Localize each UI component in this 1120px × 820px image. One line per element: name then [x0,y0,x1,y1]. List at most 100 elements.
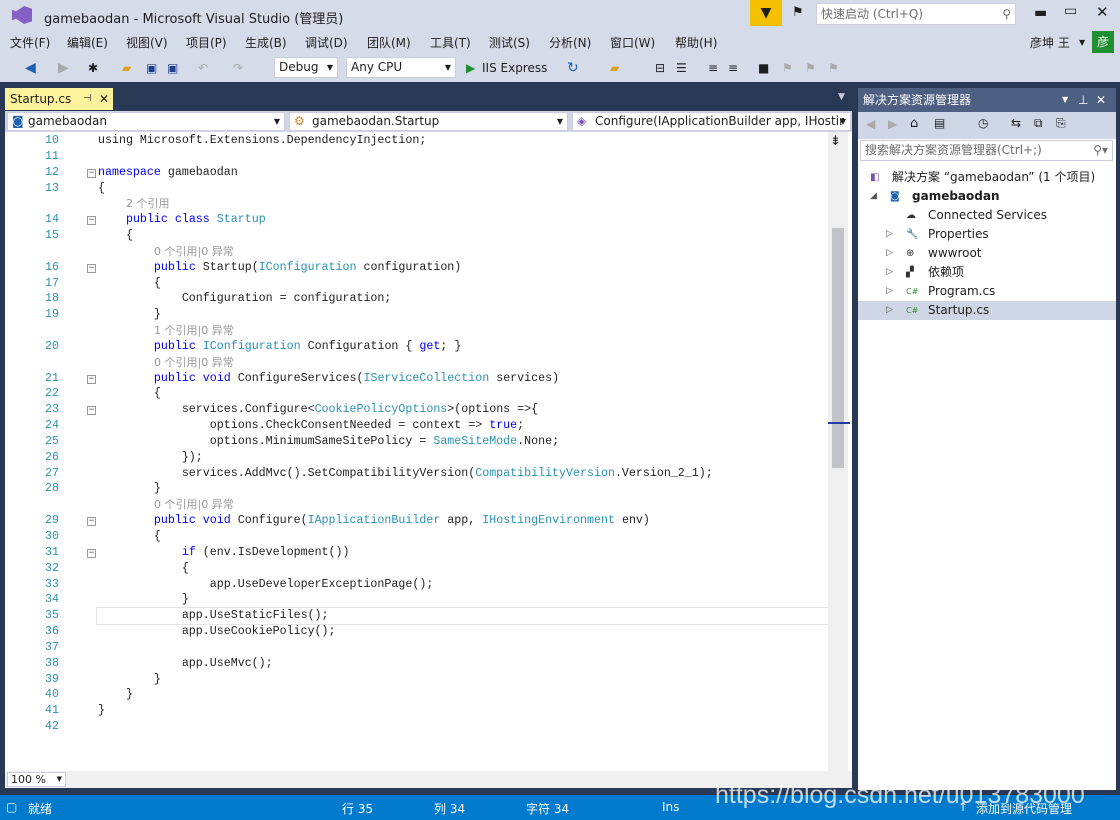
code-text[interactable]: { [98,228,133,244]
minimize-button[interactable]: ▬ [1034,5,1047,21]
codelens-references[interactable]: 0 个引用|0 异常 [154,244,234,260]
code-text[interactable]: } [98,592,189,608]
code-text[interactable]: app.UseCookiePolicy(); [98,624,336,640]
tree-item[interactable]: ▷ 🔧 Properties [858,225,1116,244]
codelens-references[interactable]: 2 个引用 [126,196,170,212]
tree-item[interactable]: ◢ ◙ gamebaodan [858,187,1116,206]
code-text[interactable]: using Microsoft.Extensions.DependencyInj… [98,133,426,149]
platform-select[interactable]: Any CPU ▼ [346,57,456,78]
code-text[interactable]: if (env.IsDevelopment()) [98,545,350,561]
tab-startup-cs[interactable]: Startup.cs ⊣ ✕ [5,88,113,110]
layout-icon[interactable]: ☰ [676,58,687,78]
sync-icon[interactable]: ⇆ [1011,116,1021,130]
menu-view[interactable]: 视图(V) [126,34,168,51]
feedback-filter-icon[interactable]: ▼ [750,0,782,26]
forward-icon[interactable]: ▶ [888,117,897,131]
menu-tools[interactable]: 工具(T) [430,34,471,51]
play-icon[interactable]: ▶ [466,58,475,78]
split-icon[interactable]: ⇟ [830,134,841,149]
code-text[interactable]: app.UseMvc(); [98,656,273,672]
expand-arrow-icon[interactable]: ▷ [886,263,893,282]
menu-help[interactable]: 帮助(H) [675,34,717,51]
code-text[interactable]: public void ConfigureServices(IServiceCo… [98,371,559,387]
back-icon[interactable]: ◀ [866,117,875,131]
avatar[interactable]: 彦 [1092,31,1114,53]
code-text[interactable]: namespace gamebaodan [98,165,238,181]
forward-icon[interactable]: ▶ [58,58,69,78]
pin-icon[interactable]: ⊣ [83,88,92,110]
open-file-icon[interactable]: ▰ [122,58,131,78]
menu-analyze[interactable]: 分析(N) [549,34,591,51]
menu-team[interactable]: 团队(M) [367,34,411,51]
user-name[interactable]: 彦坤 王 [1030,34,1070,51]
new-project-icon[interactable]: ✱ [88,58,98,78]
find-icon[interactable]: ▰ [610,58,619,78]
expand-arrow-icon[interactable]: ▷ [886,301,893,320]
tab-list-dropdown-icon[interactable]: ▼ [838,92,845,102]
code-text[interactable]: public Startup(IConfiguration configurat… [98,260,461,276]
next-bookmark-icon[interactable]: ⚑ [805,58,816,78]
code-text[interactable]: Configuration = configuration; [98,291,392,307]
menu-window[interactable]: 窗口(W) [610,34,655,51]
undo-icon[interactable]: ↶ [198,58,208,78]
expand-arrow-icon[interactable]: ▷ [886,282,893,301]
close-button[interactable]: ✕ [1096,3,1109,21]
code-editor[interactable]: 10 using Microsoft.Extensions.DependencyI… [5,132,852,771]
dropdown-icon[interactable]: ▼ [1062,88,1068,112]
project-dropdown[interactable]: ◙ gamebaodan ▼ [7,112,285,131]
expanded-arrow-icon[interactable]: ◢ [870,187,877,206]
code-text[interactable]: { [98,276,161,292]
code-text[interactable]: { [98,561,189,577]
uncomment-icon[interactable]: ≡ [728,58,738,78]
quick-launch-input[interactable]: 快速启动 (Ctrl+Q) ⚲ [816,3,1016,25]
collapse-toggle-icon[interactable]: − [87,263,96,273]
tree-item[interactable]: ▷ ⊕ wwwroot [858,244,1116,263]
tree-item[interactable]: ▷ C# Program.cs [858,282,1116,301]
notifications-icon[interactable]: ⚑ [792,5,804,20]
add-to-source-control-button[interactable]: 添加到源代码管理 [976,800,1072,817]
code-text[interactable]: { [98,386,161,402]
code-text[interactable]: options.CheckConsentNeeded = context => … [98,418,524,434]
menu-edit[interactable]: 编辑(E) [67,34,108,51]
vertical-scrollbar[interactable]: ⇟ [828,132,850,771]
codelens-references[interactable]: 0 个引用|0 异常 [154,497,234,513]
menu-test[interactable]: 测试(S) [489,34,530,51]
member-dropdown[interactable]: ◈ Configure(IApplicationBuilder app, IHos… [572,112,851,131]
pin-icon[interactable]: ⊥ [1078,88,1088,112]
refresh-icon[interactable]: ↻ [567,58,579,78]
collapse-toggle-icon[interactable]: − [87,548,96,558]
code-text[interactable]: public class Startup [98,212,266,228]
code-text[interactable]: } [98,307,161,323]
close-icon[interactable]: ✕ [1096,88,1106,112]
home-icon[interactable]: ⌂ [910,116,918,131]
close-tab-icon[interactable]: ✕ [99,88,109,110]
code-text[interactable]: } [98,687,133,703]
expand-arrow-icon[interactable]: ▷ [886,225,893,244]
tree-item[interactable]: ▷ C# Startup.cs [858,301,1116,320]
tree-item[interactable]: ☁ Connected Services [858,206,1116,225]
code-text[interactable]: } [98,481,161,497]
code-text[interactable]: services.AddMvc().SetCompatibilityVersio… [98,466,713,482]
tree-item[interactable]: ◧ 解决方案 “gamebaodan” (1 个项目) [858,168,1116,187]
step-icon[interactable]: ⊟ [655,58,665,78]
code-text[interactable]: } [98,703,105,719]
collapse-toggle-icon[interactable]: − [87,406,96,416]
save-all-icon[interactable]: ▣ [167,58,178,78]
zoom-select[interactable]: 100 % ▼ [7,772,66,787]
collapse-toggle-icon[interactable]: − [87,168,96,178]
prev-bookmark-icon[interactable]: ⚑ [782,58,793,78]
bookmark-icon[interactable]: ■ [758,58,769,78]
code-text[interactable]: app.UseStaticFiles(); [98,608,329,624]
code-text[interactable]: options.MinimumSameSitePolicy = SameSite… [98,434,559,450]
code-text[interactable]: public void Configure(IApplicationBuilde… [98,513,650,529]
collapse-toggle-icon[interactable]: − [87,517,96,527]
code-text[interactable]: { [98,529,161,545]
configuration-select[interactable]: Debug ▼ [274,57,338,78]
code-text[interactable]: }); [98,450,203,466]
menu-build[interactable]: 生成(B) [245,34,287,51]
menu-project[interactable]: 项目(P) [186,34,227,51]
scrollbar-thumb[interactable] [832,228,844,468]
code-text[interactable]: services.Configure<CookiePolicyOptions>(… [98,402,538,418]
user-dropdown-icon[interactable]: ▼ [1079,38,1085,47]
code-text[interactable]: { [98,181,105,197]
